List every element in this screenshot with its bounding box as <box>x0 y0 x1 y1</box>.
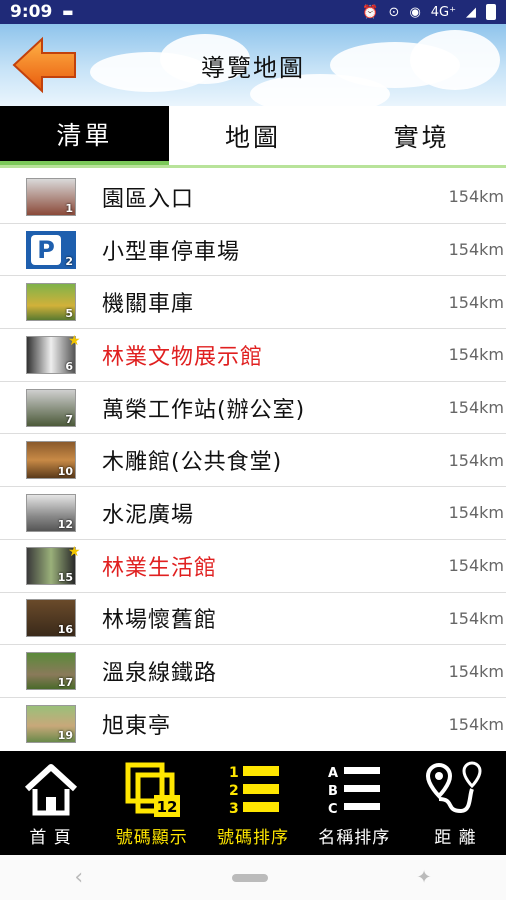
location-name: 水泥廣場 <box>102 502 195 528</box>
location-distance: 154km <box>448 240 504 260</box>
tab-reality[interactable]: 實境 <box>337 106 506 165</box>
svg-text:2: 2 <box>229 783 239 799</box>
nav-home-icon[interactable] <box>231 873 268 882</box>
location-thumbnail: 10 <box>26 441 76 480</box>
location-distance: 154km <box>448 292 504 312</box>
location-name: 旭東亭 <box>102 714 172 740</box>
tab-bar: 清單 地圖 實境 <box>0 106 506 168</box>
number-sort-button[interactable]: 1 2 3 號碼排序 <box>202 751 303 855</box>
location-distance: 154km <box>448 714 504 734</box>
location-distance: 154km <box>448 608 504 628</box>
location-name: 林業生活館 <box>102 555 218 581</box>
list-item[interactable]: 10 木雕館(公共食堂) 154km <box>0 434 506 488</box>
location-name: 溫泉線鐵路 <box>102 661 218 687</box>
location-name: 機關車庫 <box>102 292 195 318</box>
system-nav-bar: ‹ ✦ <box>0 855 506 900</box>
list-item[interactable]: 15 ★ 林業生活館 154km <box>0 540 506 593</box>
location-thumbnail: 5 <box>26 283 76 322</box>
list-item[interactable]: P 2 小型車停車場 154km <box>0 224 506 277</box>
home-button[interactable]: 首 頁 <box>0 751 101 855</box>
location-distance: 154km <box>448 345 504 365</box>
location-name: 園區入口 <box>102 186 195 212</box>
location-distance: 154km <box>448 398 504 418</box>
distance-button[interactable]: 距 離 <box>405 751 506 855</box>
location-thumbnail: 16 <box>26 599 76 638</box>
list-item[interactable]: 1 園區入口 154km <box>0 171 506 224</box>
page-title: 導覽地圖 <box>201 54 305 82</box>
location-name: 小型車停車場 <box>102 239 241 265</box>
location-list: 1 園區入口 154km P 2 小型車停車場 154km 5 機關車庫 154… <box>0 171 506 751</box>
location-thumbnail: 17 <box>26 652 76 691</box>
list-item[interactable]: 6 ★ 林業文物展示館 154km <box>0 329 506 382</box>
location-name: 林業文物展示館 <box>102 344 264 370</box>
location-distance: 154km <box>448 187 504 207</box>
status-bar: 9:09 ▬ ⏰ ⊙ ◉ 4G⁺ ◢ <box>0 0 506 24</box>
location-thumbnail: 7 <box>26 388 76 427</box>
location-name: 林場懷舊館 <box>102 608 218 634</box>
alarm-icon: ⏰ <box>362 4 379 20</box>
location-name: 木雕館(公共食堂) <box>102 450 283 476</box>
star-icon: ★ <box>68 543 81 560</box>
list-item[interactable]: 12 水泥廣場 154km <box>0 487 506 540</box>
name-sort-button[interactable]: A B C 名稱排序 <box>304 751 405 855</box>
location-thumbnail: 1 <box>26 177 76 216</box>
number-sort-label: 號碼排序 <box>217 828 289 848</box>
nav-back-icon[interactable]: ‹ <box>74 865 83 890</box>
list-item[interactable]: 17 溫泉線鐵路 154km <box>0 645 506 698</box>
signal-icon: ◢ <box>466 4 476 20</box>
svg-text:3: 3 <box>229 801 239 817</box>
tab-map[interactable]: 地圖 <box>168 106 338 165</box>
location-thumbnail: 12 <box>26 493 76 532</box>
list-item[interactable]: 7 萬榮工作站(辦公室) 154km <box>0 382 506 435</box>
distance-icon <box>426 761 482 814</box>
list-item[interactable]: 19 旭東亭 154km <box>0 698 506 751</box>
status-icons: ⏰ ⊙ ◉ 4G⁺ ◢ <box>362 4 496 20</box>
distance-label: 距 離 <box>434 828 477 848</box>
list-item[interactable]: 16 林場懷舊館 154km <box>0 593 506 646</box>
number-sort-icon: 1 2 3 <box>229 765 279 817</box>
svg-text:1: 1 <box>229 765 239 781</box>
header: 導覽地圖 <box>0 24 506 106</box>
accessibility-icon[interactable]: ✦ <box>417 867 432 888</box>
name-sort-icon: A B C <box>328 766 381 817</box>
number-display-label: 號碼顯示 <box>115 828 188 848</box>
location-thumbnail: 19 <box>26 705 76 744</box>
svg-text:B: B <box>328 784 338 799</box>
parking-icon: P 2 <box>26 230 76 269</box>
number-display-icon: 12 <box>125 762 180 817</box>
network-label: 4G⁺ <box>430 4 456 20</box>
location-icon: ⊙ <box>388 4 400 20</box>
home-label: 首 頁 <box>29 828 72 848</box>
eye-icon: ◉ <box>409 4 421 20</box>
location-name: 萬榮工作站(辦公室) <box>102 397 306 423</box>
location-distance: 154km <box>448 661 504 681</box>
status-time: 9:09 <box>10 2 53 22</box>
svg-text:A: A <box>328 766 338 781</box>
location-distance: 154km <box>448 450 504 470</box>
location-distance: 154km <box>448 503 504 523</box>
bottom-toolbar: 首 頁 12 號碼顯示 1 2 3 號碼排序 A B C 名稱排序 距 離 <box>0 751 506 855</box>
location-distance: 154km <box>448 556 504 576</box>
battery-icon <box>486 4 496 20</box>
star-icon: ★ <box>68 333 81 350</box>
home-icon <box>24 764 77 816</box>
svg-text:C: C <box>328 802 338 817</box>
name-sort-label: 名稱排序 <box>318 828 391 848</box>
tab-list[interactable]: 清單 <box>0 106 169 165</box>
svg-text:12: 12 <box>156 798 177 816</box>
notification-icon: ▬ <box>62 5 74 19</box>
number-display-button[interactable]: 12 號碼顯示 <box>101 751 202 855</box>
list-item[interactable]: 5 機關車庫 154km <box>0 276 506 330</box>
